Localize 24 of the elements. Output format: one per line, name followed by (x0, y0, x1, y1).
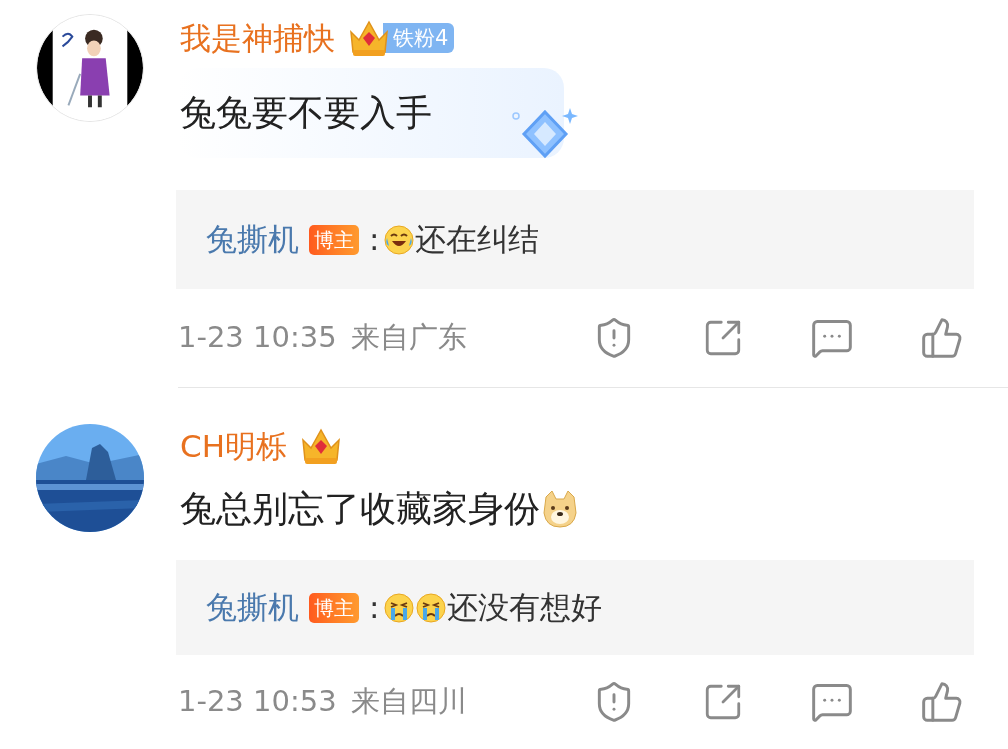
crown-icon (347, 18, 391, 58)
like-icon[interactable] (920, 316, 964, 361)
author-badge: 博主 (309, 224, 359, 255)
comment-time: 1-23 10:53 (178, 683, 337, 721)
reply-author[interactable]: 兔撕机 (206, 216, 299, 263)
laughing-face-icon (383, 223, 416, 256)
user-name[interactable]: 我是神捕快 (180, 14, 335, 62)
reply-author[interactable]: 兔撕机 (206, 584, 299, 631)
like-icon[interactable] (920, 680, 964, 725)
crying-face-icon (415, 591, 448, 624)
crying-face-icon (383, 591, 416, 624)
reply-separator: : (369, 220, 380, 260)
comment-time: 1-23 10:35 (178, 319, 337, 357)
author-badge: 博主 (309, 592, 359, 623)
comment-location: 来自四川 (350, 683, 467, 721)
comment-location: 来自广东 (350, 319, 467, 357)
reply-text: 还没有想好 (447, 588, 603, 628)
user-name[interactable]: CH明栎 (180, 422, 287, 470)
comment-text: 兔总别忘了收藏家身份 (180, 487, 540, 531)
fan-level-badge: 铁粉4 (383, 23, 455, 53)
comment-text: 兔兔要不要入手 (180, 90, 432, 135)
reply-separator: : (369, 588, 380, 628)
reply-text: 还在纠结 (415, 220, 540, 260)
dog-face-icon (540, 489, 580, 529)
